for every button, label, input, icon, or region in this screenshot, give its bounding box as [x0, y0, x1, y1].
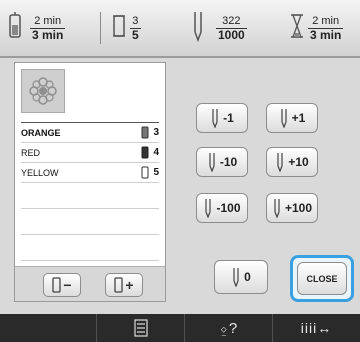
color-current: 3 — [132, 14, 139, 27]
spool-icon — [141, 126, 149, 139]
spool-icon — [112, 12, 126, 45]
back-100-stitches-button[interactable]: -100 — [196, 193, 248, 223]
needle-icon — [281, 109, 287, 128]
needle-icon — [205, 199, 212, 218]
list-button[interactable] — [96, 314, 184, 342]
hourglass-icon — [290, 12, 304, 45]
help-icon: ⍚? — [219, 319, 238, 337]
remaining-time-group: 2 min 3 min — [290, 8, 344, 48]
forward-1-stitch-button[interactable]: +1 — [266, 103, 318, 133]
spool-icon — [114, 277, 124, 293]
needle-icon — [274, 199, 280, 218]
timer-icon — [6, 11, 24, 46]
needle-icon — [190, 10, 206, 47]
list-icon — [133, 319, 148, 337]
status-bar: 2 min 3 min 3 5 322 1000 2 min 3 min — [0, 0, 360, 58]
divider — [100, 12, 101, 44]
spool-button-bar: − + — [15, 266, 165, 301]
list-divider — [21, 182, 159, 183]
color-fraction: 3 5 — [130, 15, 141, 42]
spool-icon — [141, 166, 149, 179]
remaining-total: 3 min — [308, 27, 344, 42]
frame-move-button[interactable]: iiii↔ — [272, 314, 360, 342]
time-elapsed-group: 2 min 3 min — [6, 8, 66, 48]
time-total: 3 min — [30, 27, 66, 42]
color-number: 3 — [153, 127, 159, 138]
bottom-toolbar: ⍚? iiii↔ — [0, 314, 360, 342]
frame-move-icon: iiii↔ — [300, 320, 333, 336]
remaining-time: 2 min — [312, 14, 340, 27]
forward-10-stitches-button[interactable]: +10 — [266, 147, 318, 177]
time-elapsed: 2 min — [34, 14, 62, 27]
color-number: 5 — [153, 167, 159, 178]
color-row-red[interactable]: RED 4 — [21, 142, 159, 162]
help-button[interactable]: ⍚? — [184, 314, 272, 342]
spool-icon — [141, 146, 149, 159]
stitch-fraction: 322 1000 — [216, 15, 247, 42]
list-divider — [21, 208, 159, 209]
next-color-button[interactable]: + — [105, 273, 143, 297]
embroidery-progress-screen: 2 min 3 min 3 5 322 1000 2 min 3 min ORA… — [0, 0, 360, 342]
back-10-stitches-button[interactable]: -10 — [196, 147, 248, 177]
flower-icon — [29, 77, 57, 105]
forward-100-stitches-button[interactable]: +100 — [266, 193, 318, 223]
list-divider — [21, 234, 159, 235]
stitch-count-group: 322 1000 — [190, 8, 247, 48]
color-name: RED — [21, 147, 41, 158]
list-divider — [21, 260, 159, 261]
pattern-thumbnail — [21, 69, 65, 113]
stitch-current: 322 — [222, 14, 241, 27]
needle-icon — [209, 153, 215, 172]
color-total: 5 — [130, 27, 141, 42]
time-elapsed-fraction: 2 min 3 min — [30, 14, 66, 42]
close-button-highlight: CLOSE — [290, 255, 354, 302]
color-number: 4 — [153, 147, 159, 158]
minus-icon: − — [63, 277, 72, 293]
back-1-stitch-button[interactable]: -1 — [196, 103, 248, 133]
needle-icon — [233, 268, 239, 287]
plus-icon: + — [125, 277, 134, 293]
color-row-orange[interactable]: ORANGE 3 — [21, 122, 159, 142]
return-to-start-button[interactable]: 0 — [214, 260, 268, 294]
color-row-yellow[interactable]: YELLOW 5 — [21, 162, 159, 182]
close-button[interactable]: CLOSE — [297, 262, 347, 295]
remaining-fraction: 2 min 3 min — [308, 14, 344, 42]
bottom-spacer — [0, 314, 96, 342]
color-count-group: 3 5 — [112, 8, 141, 48]
spool-icon — [52, 277, 62, 293]
stitch-total: 1000 — [216, 27, 247, 42]
needle-icon — [212, 109, 218, 128]
color-sequence-panel: ORANGE 3 RED 4 YELLOW 5 − + — [14, 62, 166, 302]
previous-color-button[interactable]: − — [43, 273, 81, 297]
color-name: YELLOW — [21, 167, 59, 178]
color-name: ORANGE — [21, 127, 61, 138]
needle-icon — [277, 153, 283, 172]
